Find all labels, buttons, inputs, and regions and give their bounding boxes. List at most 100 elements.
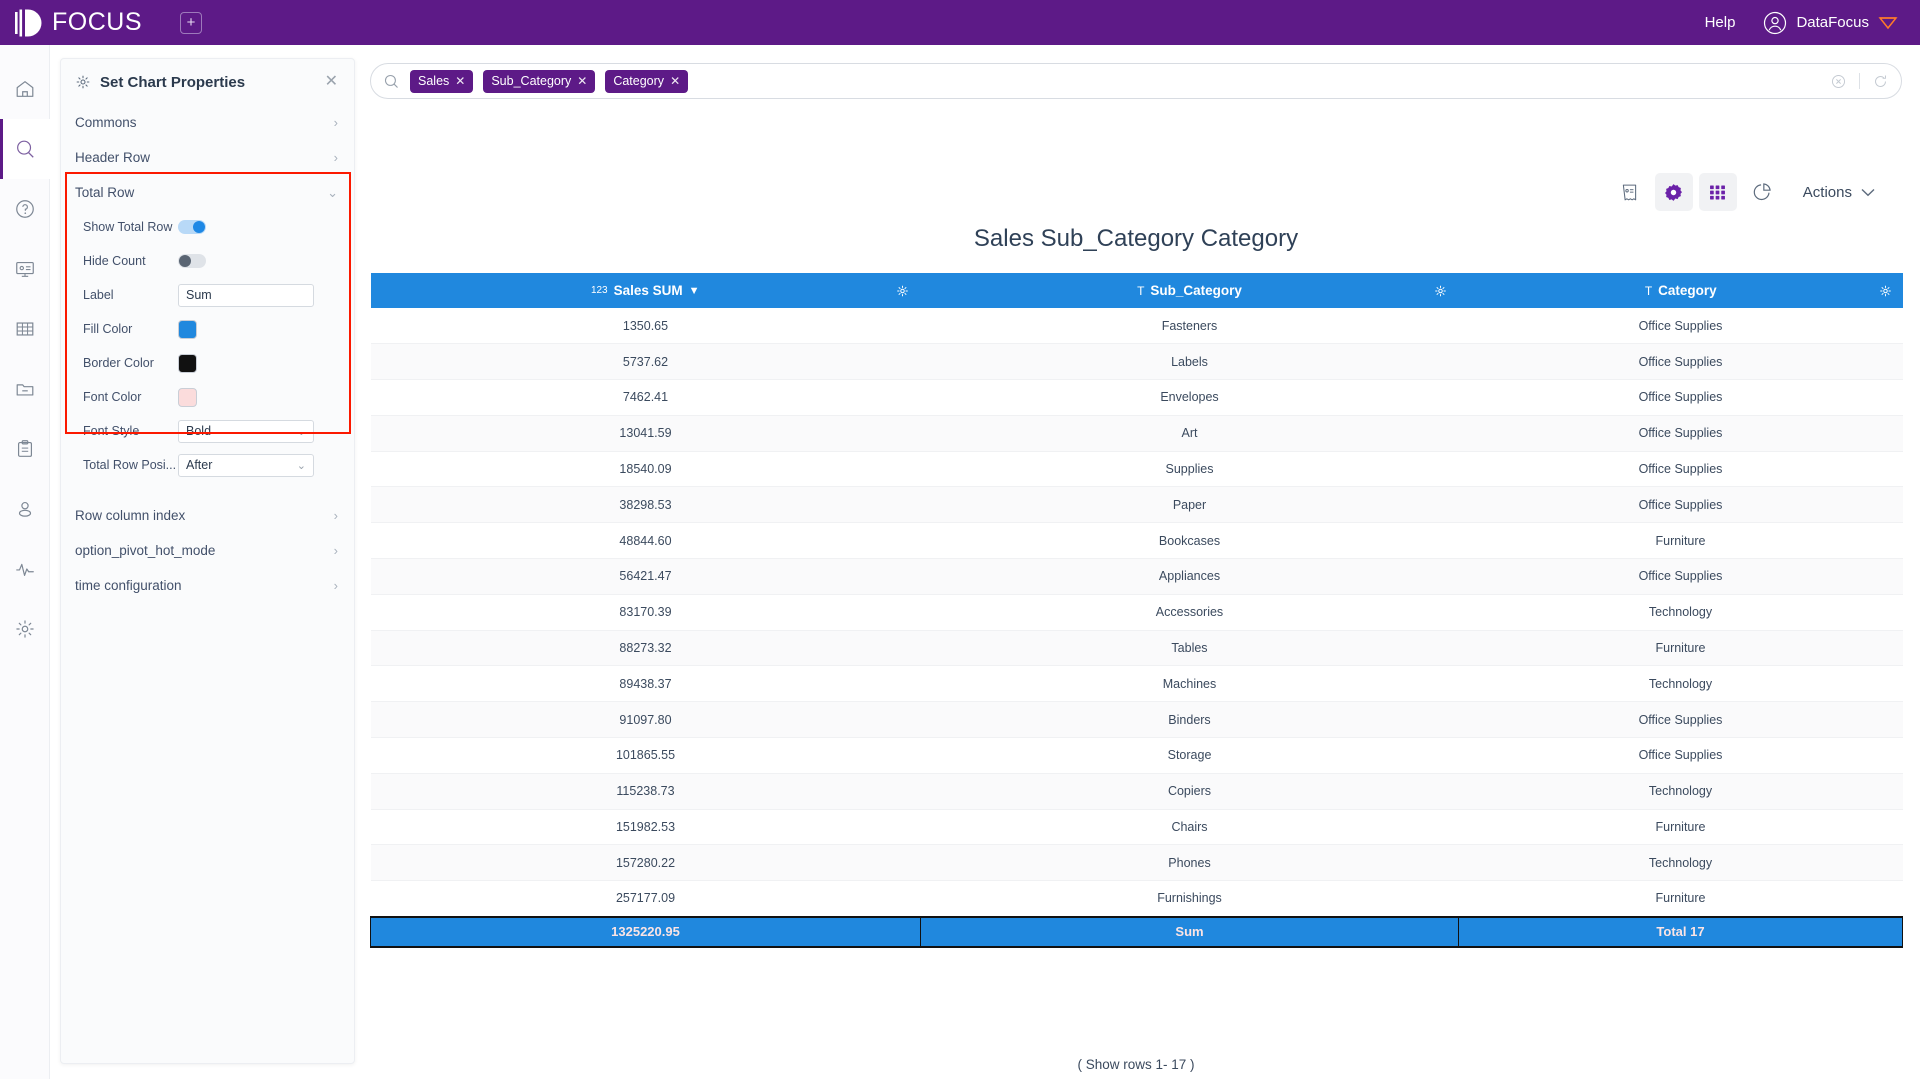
sidebar-item-folder[interactable] [0,359,50,419]
table-row[interactable]: 5737.62 Labels Office Supplies [370,343,1903,381]
section-option-pivot-hot-mode[interactable]: option_pivot_hot_mode › [61,533,354,568]
table-row[interactable]: 101865.55 Storage Office Supplies [370,737,1903,774]
receipt-icon[interactable] [1611,173,1649,211]
font-style-select[interactable]: Bold ⌄ [178,419,314,443]
table-row[interactable]: 18540.09 Supplies Office Supplies [370,451,1903,488]
table-cell: 257177.09 [370,880,921,918]
clear-circle-icon[interactable] [1830,73,1847,90]
section-time-configuration[interactable]: time configuration › [61,568,354,603]
show-total-row-toggle[interactable] [178,220,206,234]
table-row[interactable]: 38298.53 Paper Office Supplies [370,486,1903,524]
brand[interactable]: FOCUS [14,8,142,38]
gear-icon[interactable] [1434,284,1447,297]
close-icon[interactable]: ✕ [670,74,680,88]
sidebar-item-monitor[interactable] [0,539,50,599]
label-input[interactable] [178,283,314,307]
sidebar-item-home[interactable] [0,59,50,119]
section-header-row[interactable]: Header Row › [61,140,354,175]
chart-toolbar: Actions [1611,173,1875,211]
gear-icon[interactable] [1879,284,1892,297]
search-tag-sales[interactable]: Sales ✕ [410,69,474,93]
border-color-label: Border Color [83,356,154,370]
total-row-cell: Sum [920,915,1459,948]
chevron-right-icon: › [333,578,338,593]
font-color-label: Font Color [83,390,142,404]
sidebar-item-dashboard[interactable] [0,239,50,299]
table-cell: Office Supplies [1458,379,1903,416]
search-bar[interactable]: Sales ✕ Sub_Category ✕ Category ✕ [370,63,1902,99]
table-row[interactable]: 56421.47 Appliances Office Supplies [370,558,1903,595]
column-header-sub-category[interactable]: T Sub_Category [920,273,1459,308]
table-cell: 101865.55 [370,737,921,774]
section-total-row[interactable]: Total Row ⌄ [61,175,354,210]
chevron-right-icon: › [333,115,338,130]
help-link[interactable]: Help [1705,14,1736,31]
table-row[interactable]: 91097.80 Binders Office Supplies [370,701,1903,739]
sidebar-item-search[interactable] [0,119,50,179]
total-row-cell: Total 17 [1458,915,1903,948]
table-row[interactable]: 48844.60 Bookcases Furniture [370,522,1903,560]
hide-count-toggle[interactable] [178,254,206,268]
table-cell: Technology [1458,594,1903,631]
close-icon[interactable]: ✕ [325,74,338,90]
search-tag-sub-category[interactable]: Sub_Category ✕ [483,69,596,93]
table-row[interactable]: 1350.65 Fasteners Office Supplies [370,308,1903,345]
table-cell: Office Supplies [1458,451,1903,488]
chart-properties-gear-icon[interactable] [1654,173,1693,211]
text-type-icon: T [1137,283,1145,298]
table-cell: 38298.53 [370,486,921,524]
folder-minus-icon [14,378,36,400]
table-row[interactable]: 7462.41 Envelopes Office Supplies [370,379,1903,416]
chevron-down-icon: ⌄ [296,425,306,438]
close-icon[interactable]: ✕ [455,74,465,88]
table-cell: Accessories [920,594,1459,631]
table-row[interactable]: 151982.53 Chairs Furniture [370,809,1903,846]
close-icon[interactable]: ✕ [577,74,587,88]
chevron-right-icon: › [333,508,338,523]
column-header-category[interactable]: T Category [1458,273,1903,308]
sidebar-item-settings[interactable] [0,599,50,659]
gear-icon[interactable] [896,284,909,297]
gem-icon [1878,14,1898,32]
pie-chart-icon[interactable] [1743,173,1781,211]
field-show-total-row: Show Total Row [61,210,354,244]
column-header-label: Category [1658,283,1717,298]
search-tag-label: Sub_Category [491,74,572,88]
refresh-icon[interactable] [1872,73,1889,90]
table-cell: 1350.65 [370,308,921,345]
plus-square-icon[interactable]: + [180,11,202,34]
table-row[interactable]: 257177.09 Furnishings Furniture [370,880,1903,918]
field-font-style: Font Style Bold ⌄ [61,414,354,448]
sidebar-item-help[interactable] [0,179,50,239]
border-color-swatch[interactable] [178,353,197,373]
section-commons[interactable]: Commons › [61,105,354,140]
table-row[interactable]: 89438.37 Machines Technology [370,665,1903,703]
activity-pulse-icon [14,558,36,580]
table-row[interactable]: 88273.32 Tables Furniture [370,630,1903,667]
table-cell: Appliances [920,558,1459,595]
table-row[interactable]: 83170.39 Accessories Technology [370,594,1903,631]
sidebar-item-data-table[interactable] [0,299,50,359]
sidebar-item-clipboard[interactable] [0,419,50,479]
total-row-position-select[interactable]: After ⌄ [178,453,314,477]
table-cell: Machines [920,665,1459,703]
column-header-sales-sum[interactable]: 123 Sales SUM ▼ [370,273,921,308]
table-cell: 88273.32 [370,630,921,667]
actions-dropdown[interactable]: Actions [1803,184,1875,201]
section-row-column-index[interactable]: Row column index › [61,498,354,533]
table-cell: Technology [1458,665,1903,703]
font-color-swatch[interactable] [178,387,197,407]
search-tag-category[interactable]: Category ✕ [605,69,689,93]
user-menu[interactable]: DataFocus [1763,11,1898,35]
chart-properties-panel: Set Chart Properties ✕ Commons › Header … [60,58,355,1064]
table-cell: Tables [920,630,1459,667]
user-icon [14,498,36,520]
table-row[interactable]: 115238.73 Copiers Technology [370,773,1903,810]
fill-color-swatch[interactable] [178,319,197,339]
grid-icon[interactable] [1698,173,1737,211]
table-row[interactable]: 157280.22 Phones Technology [370,844,1903,882]
table-row[interactable]: 13041.59 Art Office Supplies [370,415,1903,452]
column-header-label: Sales SUM [613,283,683,298]
sidebar-item-user[interactable] [0,479,50,539]
table-cell: Supplies [920,451,1459,488]
